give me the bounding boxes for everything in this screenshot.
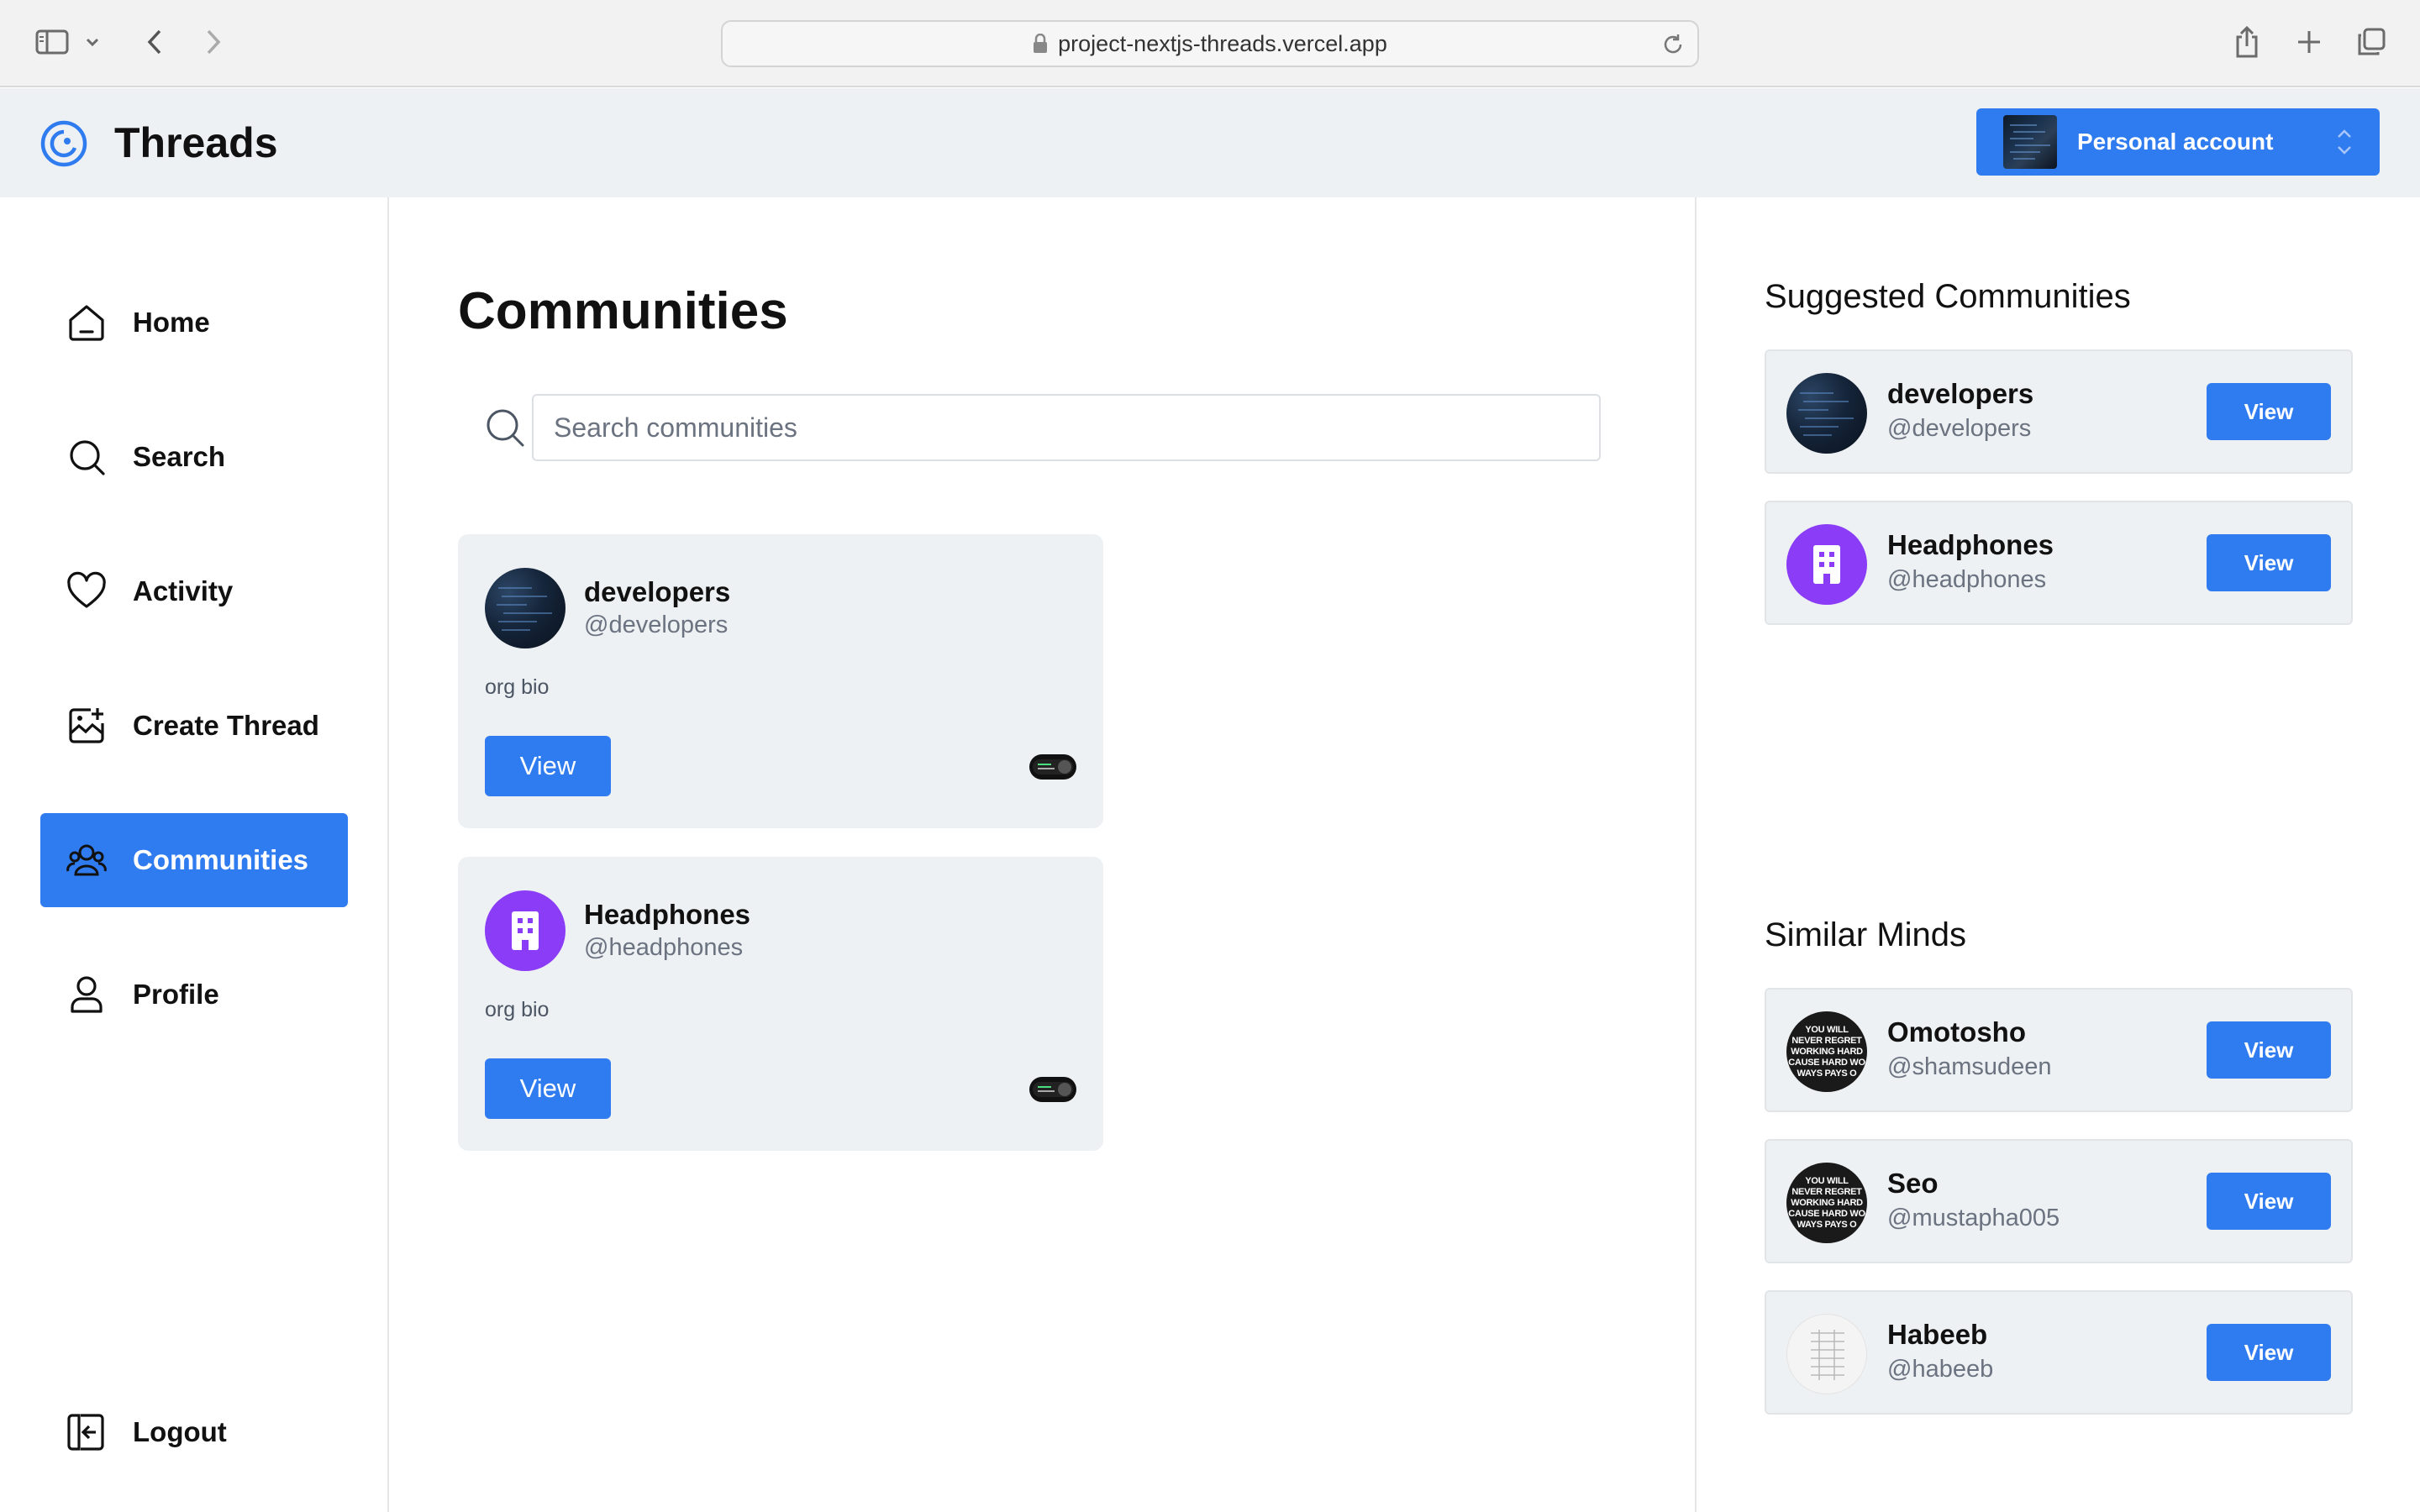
view-button[interactable]: View <box>2207 1021 2331 1079</box>
chevron-up-down-icon <box>2338 129 2351 155</box>
sidebar-item-label: Activity <box>133 575 234 606</box>
user-avatar: YOU WILL NEVER REGRET WORKING HARD CAUSE HA… <box>1786 1163 1867 1243</box>
search-icon <box>70 440 105 475</box>
share-icon[interactable] <box>2227 22 2267 62</box>
member-avatars <box>1029 754 1076 780</box>
user-avatar: YOU WILL NEVER REGRET WORKING HARD CAUSE HA… <box>1786 1011 1867 1092</box>
community-handle: @developers <box>584 612 729 638</box>
sidebar-item-communities[interactable]: Communities <box>40 813 348 907</box>
building-icon <box>1813 545 1840 584</box>
sidebar-item-search[interactable]: Search <box>40 410 348 504</box>
community-name: developers <box>584 576 731 607</box>
communities-icon <box>66 844 107 876</box>
account-label: Personal account <box>2077 129 2274 155</box>
building-icon <box>512 911 539 950</box>
browser-toolbar: project-nextjs-threads.vercel.app <box>0 0 2420 87</box>
community-avatar[interactable] <box>485 890 566 971</box>
create-thread-icon <box>69 708 104 743</box>
tabs-overview-icon[interactable] <box>2351 22 2391 62</box>
logout-icon <box>67 1414 104 1451</box>
search-communities-input[interactable] <box>532 394 1601 461</box>
home-icon <box>69 305 104 341</box>
address-bar[interactable]: project-nextjs-threads.vercel.app <box>721 20 1699 67</box>
user-name: Omotosho <box>1887 1016 2026 1047</box>
search-icon <box>487 409 524 447</box>
community-avatar <box>1786 373 1867 454</box>
logout-label: Logout <box>133 1416 227 1447</box>
url-text: project-nextjs-threads.vercel.app <box>1058 30 1387 56</box>
community-avatar <box>1786 524 1867 605</box>
community-bio: org bio <box>485 675 550 699</box>
right-sidebar: Suggested Communities developers @develo… <box>1698 197 2420 1512</box>
community-handle: @headphones <box>584 934 744 961</box>
community-card: developers @developers org bio View <box>458 534 1103 828</box>
sidebar-item-label: Home <box>133 307 210 338</box>
sidebar-item-label: Communities <box>133 844 309 875</box>
sidebar-item-activity[interactable]: Activity <box>40 544 348 638</box>
logout-button[interactable]: Logout <box>40 1385 348 1479</box>
view-button[interactable]: View <box>2207 1173 2331 1230</box>
reload-icon[interactable] <box>1660 32 1686 57</box>
community-avatar[interactable] <box>485 568 566 648</box>
lock-icon <box>1034 34 1048 53</box>
user-name: Seo <box>1887 1168 1939 1199</box>
account-switcher[interactable]: Personal account <box>1976 108 2380 176</box>
app-header: Threads Personal account <box>0 88 2420 197</box>
view-community-button[interactable]: View <box>485 736 611 796</box>
sidebar-item-create-thread[interactable]: Create Thread <box>40 679 348 773</box>
chevron-down-icon[interactable] <box>77 22 108 62</box>
profile-icon <box>71 976 103 1013</box>
suggested-community-card: Headphones @headphones View <box>1765 501 2353 625</box>
heart-icon <box>67 571 106 608</box>
sidebar-item-home[interactable]: Home <box>40 276 348 370</box>
new-tab-icon[interactable] <box>2289 22 2329 62</box>
main-content: Communities developers @developers org b… <box>389 197 1697 1512</box>
sidebar-item-label: Search <box>133 441 226 472</box>
forward-icon[interactable] <box>193 22 234 62</box>
view-community-button[interactable]: View <box>485 1058 611 1119</box>
sidebar-item-profile[interactable]: Profile <box>40 948 348 1042</box>
sidebar-item-label: Profile <box>133 979 219 1010</box>
threads-logo-icon[interactable] <box>39 118 89 169</box>
user-handle: @mustapha005 <box>1887 1205 2060 1231</box>
suggested-community-card: developers @developers View <box>1765 349 2353 474</box>
similar-user-card: YOU WILL NEVER REGRET WORKING HARD CAUSE HA… <box>1765 988 2353 1112</box>
community-card: Headphones @headphones org bio View <box>458 857 1103 1151</box>
community-handle: @developers <box>1887 415 2032 442</box>
left-sidebar: Home Search Activity Create Thread Commu… <box>0 197 389 1512</box>
user-name: Habeeb <box>1887 1319 1988 1350</box>
user-avatar <box>1786 1314 1867 1394</box>
account-avatar <box>2003 115 2057 169</box>
sidebar-toggle-icon[interactable] <box>32 22 72 62</box>
similar-user-card: Habeeb @habeeb View <box>1765 1290 2353 1415</box>
user-handle: @shamsudeen <box>1887 1053 2052 1080</box>
community-bio: org bio <box>485 998 550 1021</box>
member-avatars <box>1029 1077 1076 1102</box>
community-name: Headphones <box>1887 529 2054 560</box>
view-button[interactable]: View <box>2207 534 2331 591</box>
page-title: Communities <box>458 282 788 340</box>
user-handle: @habeeb <box>1887 1356 1994 1383</box>
similar-minds-heading: Similar Minds <box>1765 916 1967 953</box>
app-title[interactable]: Threads <box>114 118 278 167</box>
back-icon[interactable] <box>134 22 175 62</box>
similar-user-card: YOU WILL NEVER REGRET WORKING HARD CAUSE HA… <box>1765 1139 2353 1263</box>
community-handle: @headphones <box>1887 566 2047 593</box>
view-button[interactable]: View <box>2207 383 2331 440</box>
sidebar-item-label: Create Thread <box>133 710 319 741</box>
community-name: Headphones <box>584 899 751 930</box>
suggested-communities-heading: Suggested Communities <box>1765 278 2131 315</box>
community-name: developers <box>1887 378 2034 409</box>
view-button[interactable]: View <box>2207 1324 2331 1381</box>
